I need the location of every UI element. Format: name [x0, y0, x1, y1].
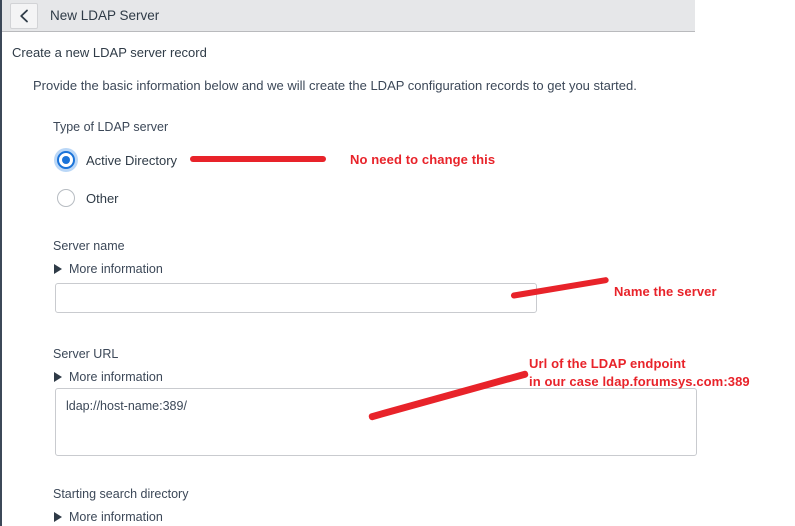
server-url-label: Server URL: [53, 347, 119, 361]
triangle-right-icon: [54, 372, 62, 382]
chevron-left-icon: [19, 9, 30, 23]
page-title: New LDAP Server: [50, 8, 160, 23]
starting-search-directory-label: Starting search directory: [53, 487, 189, 501]
content-area: Create a new LDAP server record Provide …: [2, 33, 795, 526]
starting-search-directory-more-information-toggle[interactable]: More information: [54, 510, 163, 524]
server-url-more-information-toggle[interactable]: More information: [54, 370, 163, 384]
server-name-input[interactable]: [55, 283, 537, 313]
radio-active-directory[interactable]: Active Directory: [57, 151, 177, 169]
radio-other[interactable]: Other: [57, 189, 119, 207]
page-frame: New LDAP Server Create a new LDAP server…: [0, 0, 795, 526]
header-bar: New LDAP Server: [2, 0, 695, 32]
intro-description: Provide the basic information below and …: [33, 78, 637, 93]
more-information-label: More information: [69, 262, 163, 276]
radio-indicator-selected[interactable]: [57, 151, 75, 169]
record-heading: Create a new LDAP server record: [12, 45, 207, 60]
more-information-label: More information: [69, 510, 163, 524]
server-name-label: Server name: [53, 239, 125, 253]
server-type-label: Type of LDAP server: [53, 120, 169, 134]
triangle-right-icon: [54, 512, 62, 522]
back-button[interactable]: [10, 3, 38, 29]
more-information-label: More information: [69, 370, 163, 384]
server-url-textarea[interactable]: [55, 388, 697, 456]
triangle-right-icon: [54, 264, 62, 274]
radio-label-other: Other: [86, 190, 119, 206]
radio-indicator-unselected[interactable]: [57, 189, 75, 207]
radio-label-active-directory: Active Directory: [86, 152, 178, 168]
server-name-more-information-toggle[interactable]: More information: [54, 262, 163, 276]
